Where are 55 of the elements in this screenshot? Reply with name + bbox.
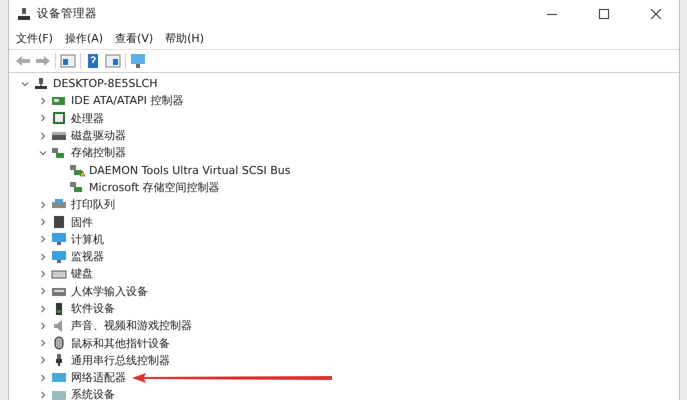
tree-item[interactable]: 计算机 [71,232,104,247]
tree-item[interactable]: 键盘 [71,266,93,282]
tree-item[interactable]: 通用串行总线控制器 [71,352,170,368]
expand-chevron-icon[interactable] [39,304,47,312]
tree-item[interactable]: 处理器 [71,110,104,126]
monitor-icon [51,232,67,246]
tree-item[interactable]: DAEMON Tools Ultra Virtual SCSI Bus [89,164,290,177]
tree-item[interactable]: 软件设备 [71,301,115,316]
maximize-icon [599,8,609,18]
expand-chevron-icon[interactable] [39,374,47,382]
storage-controller-icon [51,146,67,160]
expand-chevron-icon[interactable] [39,132,47,140]
menu-item[interactable]: 查看(V) [112,30,156,47]
device-manager-icon [17,6,31,20]
tree-item[interactable]: 打印队列 [71,197,115,212]
expand-chevron-icon[interactable] [39,270,47,278]
tree-item[interactable]: 网络适配器 [71,370,126,386]
expand-chevron-icon[interactable] [39,287,47,296]
monitor-scan-icon[interactable] [130,53,146,69]
properties-icon[interactable] [60,53,76,69]
menu-item[interactable]: 文件(F) [13,30,56,47]
tree-item[interactable]: 监视器 [71,249,104,264]
close-icon [651,8,661,18]
expand-chevron-icon[interactable] [39,218,47,226]
tree-item[interactable]: 存储控制器 [71,145,126,160]
firmware-chip-icon [51,215,67,230]
collapse-chevron-icon[interactable] [39,148,47,157]
expand-chevron-icon[interactable] [39,339,47,348]
tree-item[interactable]: 固件 [71,214,93,230]
tree-item[interactable]: IDE ATA/ATAPI 控制器 [71,93,184,108]
tree-item[interactable]: 系统设备 [71,387,115,400]
expand-chevron-icon[interactable] [39,252,47,261]
window-title: 设备管理器 [37,6,98,21]
collapse-chevron-icon[interactable] [21,80,29,88]
tree-item[interactable]: 磁盘驱动器 [71,128,126,144]
network-adapter-icon [51,370,67,385]
expand-chevron-icon[interactable] [39,356,47,364]
expand-chevron-icon[interactable] [39,114,47,122]
tree-item[interactable]: 人体学输入设备 [71,284,148,299]
menu-item[interactable]: 操作(A) [62,30,106,47]
tree-item[interactable]: DESKTOP-8E5SLCH [53,77,158,90]
expand-chevron-icon[interactable] [39,322,47,330]
chip-icon [51,111,67,126]
menu-item[interactable]: 帮助(H) [162,30,207,47]
panel-icon[interactable] [105,53,121,69]
expand-chevron-icon[interactable] [39,200,47,209]
help-icon[interactable] [85,53,101,69]
expand-chevron-icon[interactable] [39,96,47,105]
computer-icon [33,76,49,91]
expand-chevron-icon[interactable] [39,235,47,244]
monitor-icon [51,250,67,264]
expand-chevron-icon[interactable] [39,390,47,399]
tree-item[interactable]: Microsoft 存储空间控制器 [89,180,220,195]
tree-item[interactable]: 鼠标和其他指针设备 [71,336,170,351]
tree-item[interactable]: 声音、视频和游戏控制器 [71,318,192,334]
